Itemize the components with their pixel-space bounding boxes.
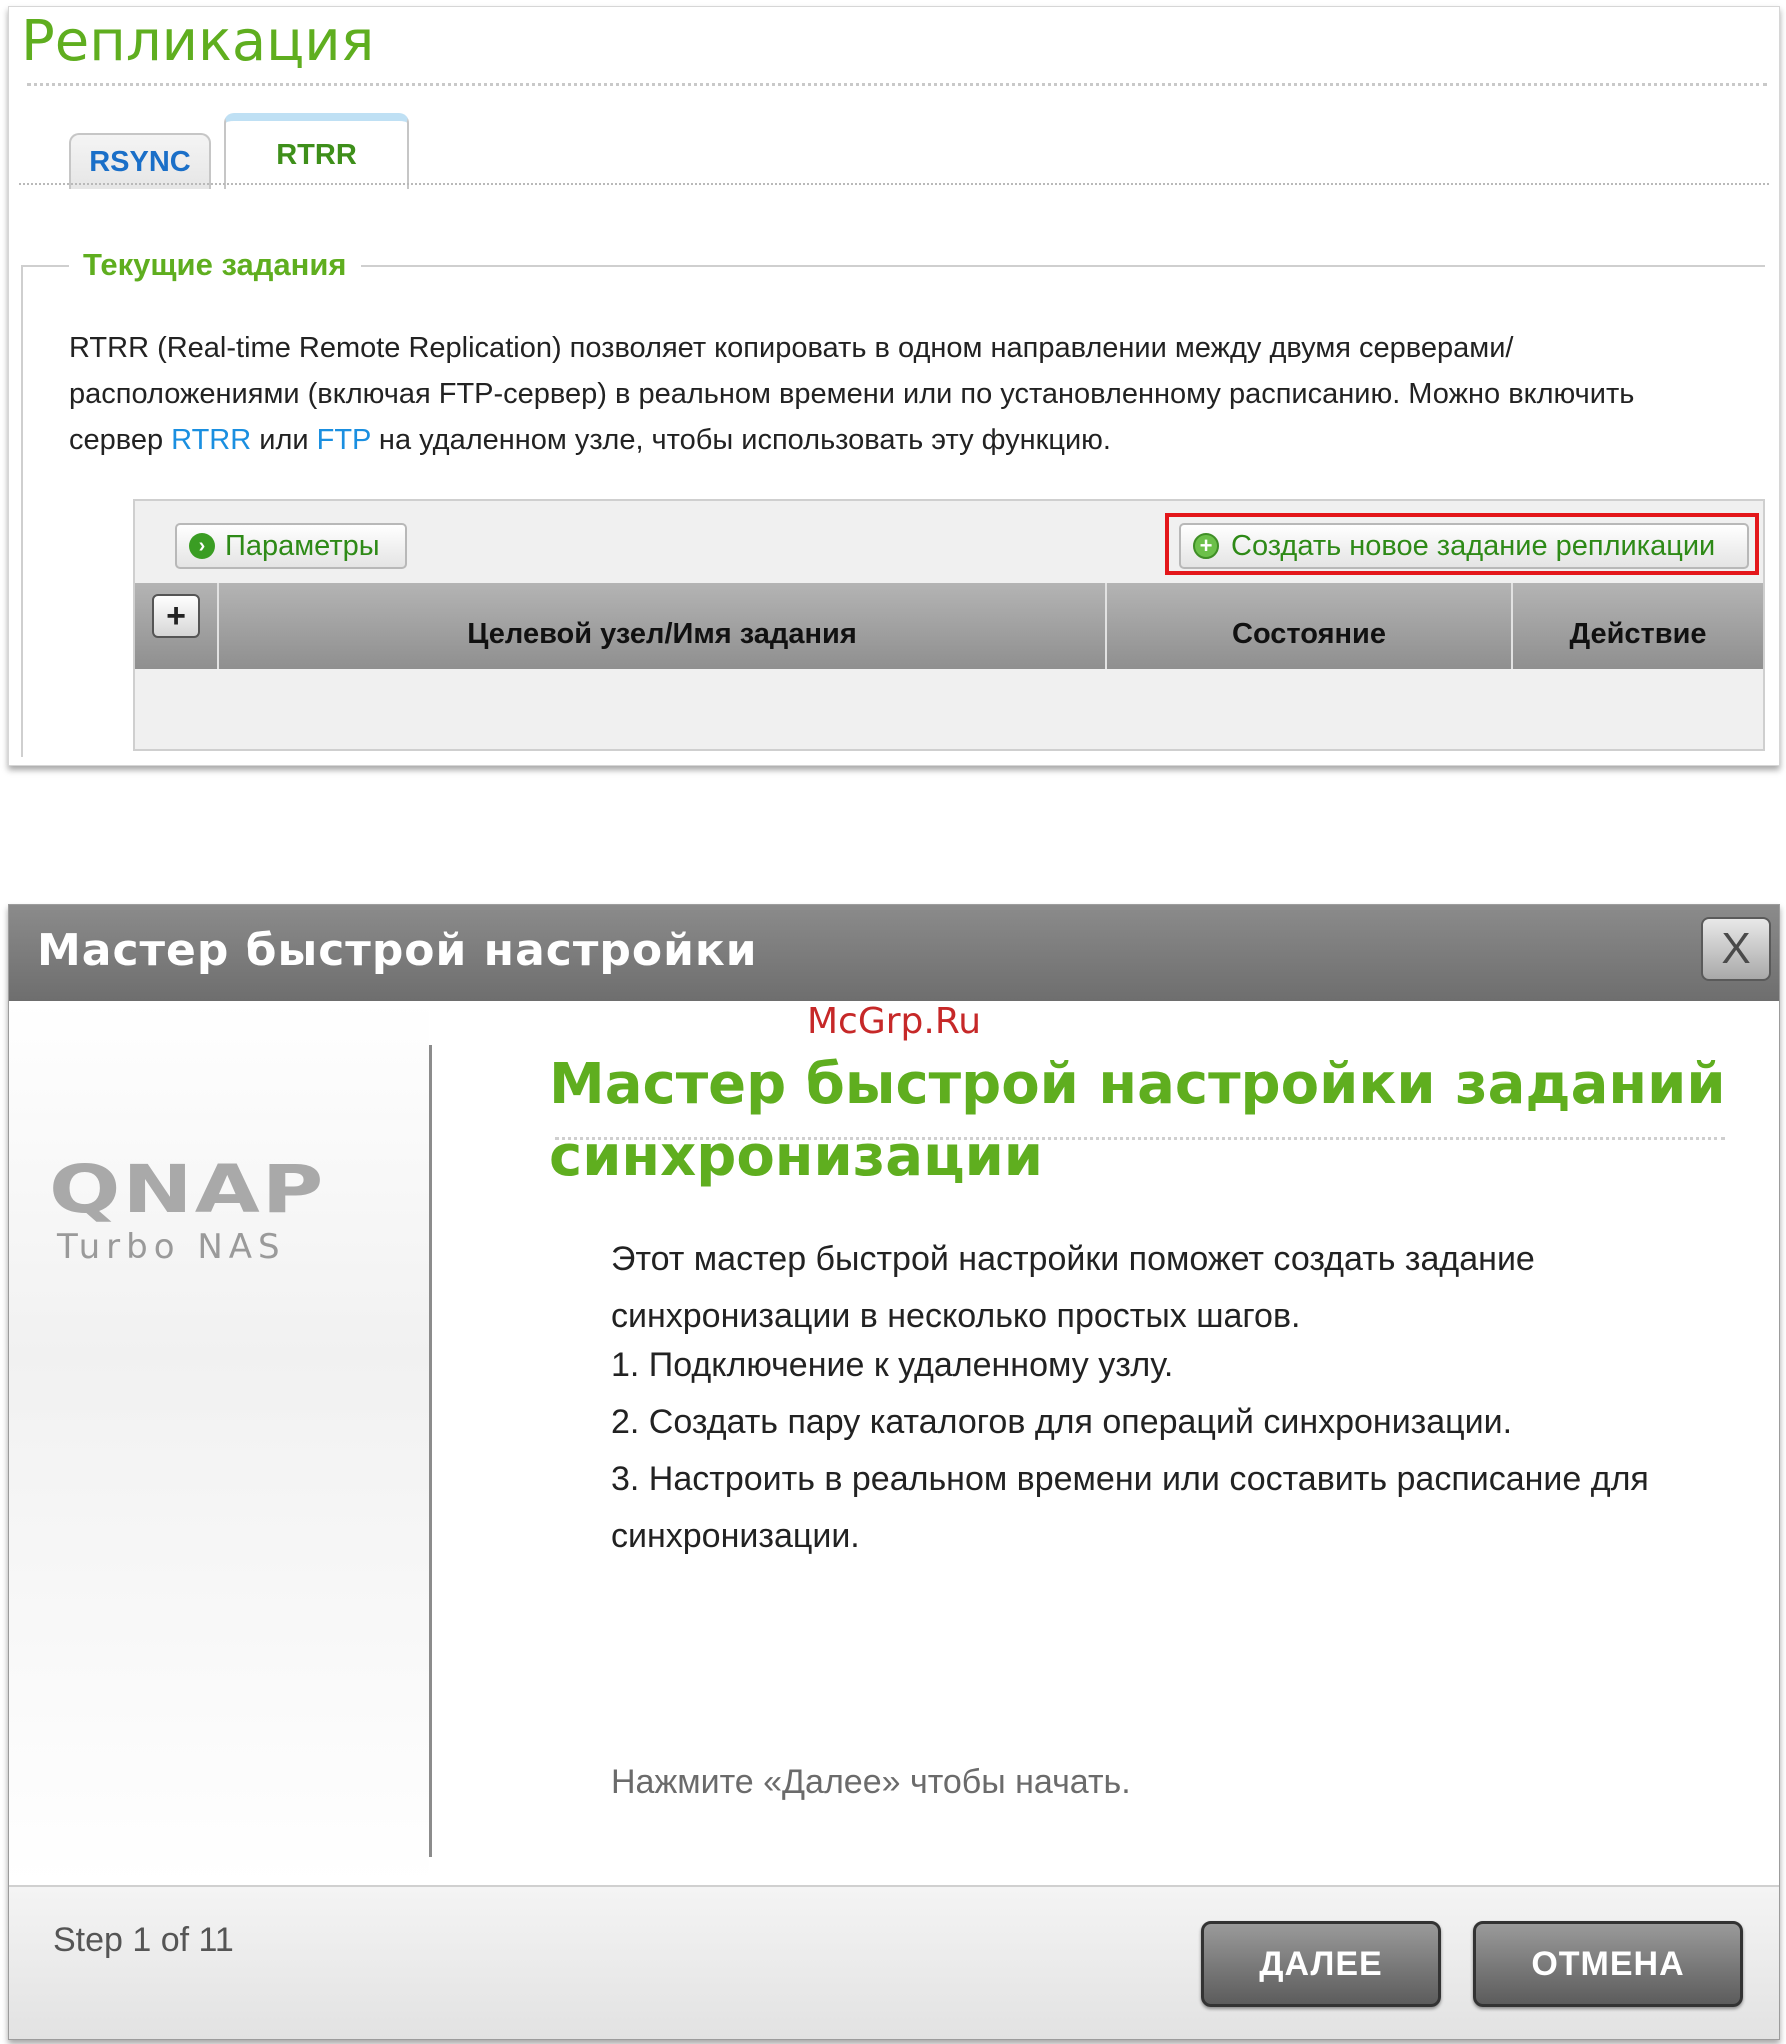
- qnap-logo: QNAP: [49, 1151, 326, 1228]
- wizard-footer: Step 1 of 11 ДАЛЕЕ ОТМЕНА: [9, 1885, 1779, 2039]
- replication-panel: Репликация RSYNC RTRR Текущие задания RT…: [8, 6, 1780, 766]
- jobs-grid: › Параметры + Создать новое задание репл…: [133, 499, 1765, 751]
- watermark: McGrp.Ru: [807, 1001, 982, 1042]
- column-header-target[interactable]: Целевой узел/Имя задания: [219, 583, 1107, 669]
- wizard-steps-list: 1. Подключение к удаленному узлу. 2. Соз…: [611, 1337, 1731, 1565]
- arrow-right-icon: ›: [189, 533, 215, 559]
- qnap-logo-subtitle: Turbo NAS: [57, 1227, 286, 1267]
- column-header-action[interactable]: Действие: [1513, 583, 1763, 669]
- next-button[interactable]: ДАЛЕЕ: [1201, 1921, 1441, 2007]
- column-header-status[interactable]: Состояние: [1107, 583, 1513, 669]
- tab-rsync[interactable]: RSYNC: [69, 133, 211, 189]
- wizard-heading: Мастер быстрой настройки заданий синхрон…: [549, 1052, 1726, 1189]
- create-replication-job-button[interactable]: + Создать новое задание репликации: [1179, 523, 1749, 569]
- sidebar-divider: [429, 1045, 432, 1857]
- parameters-button[interactable]: › Параметры: [175, 523, 407, 569]
- heading-divider: [555, 1137, 1725, 1140]
- expand-column: +: [135, 583, 219, 669]
- section-title: Текущие задания: [69, 247, 361, 283]
- rtrr-link[interactable]: RTRR: [171, 424, 251, 456]
- wizard-sidebar: QNAP Turbo NAS: [9, 1001, 429, 1885]
- parameters-label: Параметры: [225, 529, 380, 562]
- description-part-2: или: [251, 424, 317, 456]
- table-header: + Целевой узел/Имя задания Состояние Дей…: [135, 583, 1763, 669]
- title-divider: [27, 83, 1767, 86]
- tab-rtrr[interactable]: RTRR: [224, 113, 409, 189]
- wizard-step-item: 1. Подключение к удаленному узлу.: [611, 1346, 1174, 1384]
- quick-setup-wizard: Мастер быстрой настройки X QNAP Turbo NA…: [8, 904, 1780, 2040]
- expand-plus-icon[interactable]: +: [152, 594, 200, 638]
- tabs-divider: [19, 183, 1769, 185]
- create-job-label: Создать новое задание репликации: [1231, 529, 1716, 562]
- start-hint: Нажмите «Далее» чтобы начать.: [611, 1763, 1131, 1801]
- description-text: RTRR (Real-time Remote Replication) позв…: [69, 325, 1729, 463]
- close-button[interactable]: X: [1701, 917, 1771, 981]
- add-circle-icon: +: [1193, 533, 1219, 559]
- step-indicator: Step 1 of 11: [53, 1921, 234, 1959]
- close-icon: X: [1721, 924, 1751, 973]
- page-title: Репликация: [21, 9, 375, 74]
- description-part-3: на удаленном узле, чтобы использовать эт…: [370, 424, 1111, 456]
- wizard-intro: Этот мастер быстрой настройки поможет со…: [611, 1240, 1535, 1335]
- wizard-titlebar: Мастер быстрой настройки X: [9, 905, 1779, 1001]
- wizard-step-item: 2. Создать пару каталогов для операций с…: [611, 1403, 1513, 1441]
- ftp-link[interactable]: FTP: [317, 424, 371, 456]
- wizard-step-item: 3. Настроить в реальном времени или сост…: [611, 1460, 1649, 1555]
- wizard-title: Мастер быстрой настройки: [37, 925, 758, 976]
- cancel-button[interactable]: ОТМЕНА: [1473, 1921, 1743, 2007]
